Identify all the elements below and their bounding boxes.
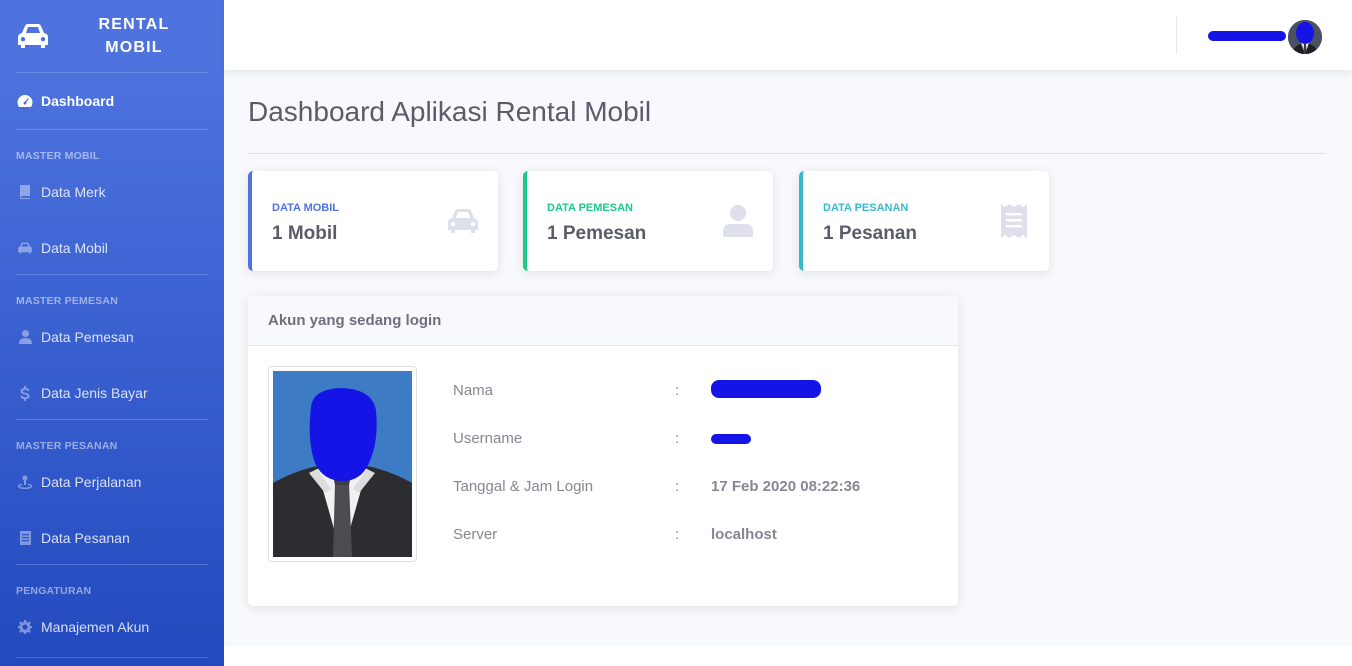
brand[interactable]: RENTAL MOBIL [0,0,224,72]
stat-card-data-mobil[interactable]: DATA MOBIL 1 Mobil [248,171,498,271]
car-icon [446,204,480,238]
info-colon: : [675,430,680,447]
sidebar-item-data-perjalanan[interactable]: Data Perjalanan [0,452,224,512]
brand-name: RENTAL MOBIL [94,13,174,59]
stat-card-data-pemesan[interactable]: DATA PEMESAN 1 Pemesan [523,171,773,271]
profile-photo [268,366,417,562]
dollar-icon [16,384,34,402]
sidebar-heading-pengaturan: PENGATURAN [16,585,92,597]
brand-line-1: RENTAL [98,16,170,33]
page-title: Dashboard Aplikasi Rental Mobil [248,96,652,127]
info-row-nama: Nama : [453,380,933,406]
info-row-tanggal-login: Tanggal & Jam Login : 17 Feb 2020 08:22:… [453,478,933,502]
brand-line-2: MOBIL [105,39,163,56]
sidebar-item-data-merk[interactable]: Data Merk [0,162,224,222]
receipt-icon [16,529,34,547]
profile-photo-image [273,371,412,557]
sidebar-heading-master-mobil: MASTER MOBIL [16,150,100,162]
sidebar-item-manajemen-akun[interactable]: Manajemen Akun [0,597,224,657]
info-label: Server [453,526,498,543]
sidebar-item-data-pesanan[interactable]: Data Pesanan [0,512,224,564]
sidebar: RENTAL MOBIL Dashboard MASTER MOBIL Data… [0,0,224,666]
avatar[interactable] [1288,20,1322,54]
sidebar-item-label: Manajemen Akun [41,619,150,635]
sidebar-item-data-pemesan[interactable]: Data Pemesan [0,307,224,367]
gear-icon [16,618,34,636]
sidebar-item-label: Dashboard [41,93,115,109]
stat-label: DATA PEMESAN [547,202,633,214]
username-value-redacted [711,434,751,444]
user-icon [16,328,34,346]
car-icon [16,239,34,257]
user-name-redacted[interactable] [1208,31,1286,41]
info-colon: : [675,478,680,495]
login-datetime-value: 17 Feb 2020 08:22:36 [711,478,861,495]
sidebar-item-label: Data Merk [41,184,106,200]
user-icon [721,204,755,238]
receipt-icon [997,204,1031,238]
info-row-username: Username : [453,430,933,454]
sidebar-heading-master-pesanan: MASTER PESANAN [16,440,118,452]
book-icon [16,183,34,201]
sidebar-item-data-mobil[interactable]: Data Mobil [0,222,224,274]
sidebar-item-label: Data Pesanan [41,530,130,546]
topbar [224,0,1352,70]
info-row-server: Server : localhost [453,526,933,550]
info-colon: : [675,382,680,399]
sidebar-divider [16,657,208,658]
stat-card-data-pesanan[interactable]: DATA PESANAN 1 Pesanan [799,171,1049,271]
sidebar-item-label: Data Perjalanan [41,474,142,490]
stat-value: 1 Mobil [272,223,338,244]
route-icon [16,473,34,491]
sidebar-item-label: Data Mobil [41,240,108,256]
sidebar-heading-master-pemesan: MASTER PEMESAN [16,295,118,307]
nama-value-redacted [711,380,821,398]
sidebar-item-data-jenis-bayar[interactable]: Data Jenis Bayar [0,367,224,419]
sidebar-item-label: Data Pemesan [41,329,134,345]
car-icon [16,22,50,50]
stat-value: 1 Pemesan [547,223,647,244]
card-title: Akun yang sedang login [248,296,958,346]
server-value: localhost [711,526,777,543]
main-content: Dashboard Aplikasi Rental Mobil DATA MOB… [224,70,1352,646]
info-colon: : [675,526,680,543]
info-label: Tanggal & Jam Login [453,478,594,495]
title-divider [248,153,1325,154]
tachometer-icon [16,92,34,110]
topbar-divider [1176,17,1177,54]
stat-label: DATA PESANAN [823,202,909,214]
login-account-card: Akun yang sedang login Nama : Username:… [248,296,958,606]
footer [224,646,1352,666]
sidebar-item-dashboard[interactable]: Dashboard [0,73,224,129]
stat-value: 1 Pesanan [823,223,917,244]
info-label: Username [453,430,523,447]
info-label: Nama [453,382,494,399]
sidebar-item-label: Data Jenis Bayar [41,385,148,401]
stat-label: DATA MOBIL [272,202,340,214]
